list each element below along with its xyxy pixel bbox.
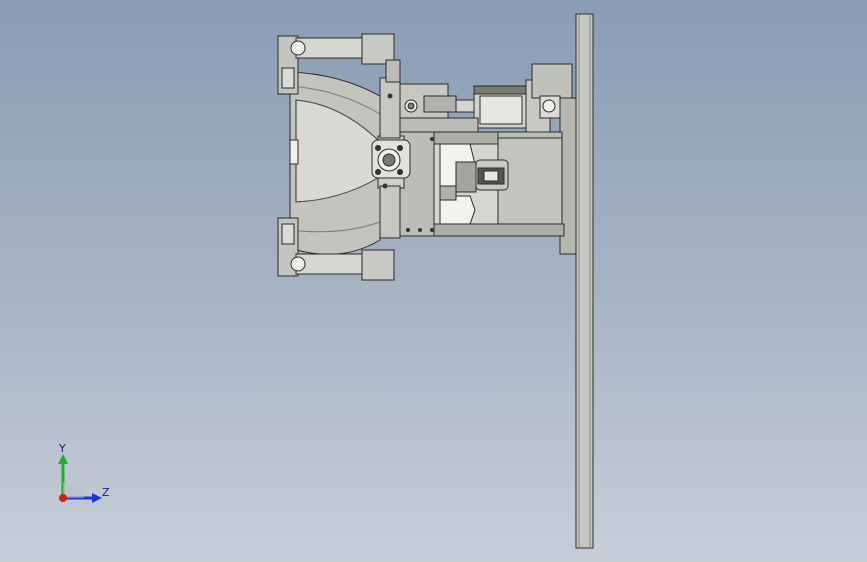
- y-axis-arrow-icon: [58, 454, 68, 464]
- z-axis-arrow-icon: [92, 493, 102, 503]
- y-axis-label: Y: [59, 442, 66, 455]
- z-axis-label: Z: [102, 486, 110, 499]
- x-axis-dot-icon: [59, 494, 67, 502]
- gripper-jaw[interactable]: [289, 71, 381, 255]
- graphics-viewport[interactable]: Y Z: [0, 0, 867, 562]
- assembly-model[interactable]: [0, 0, 867, 562]
